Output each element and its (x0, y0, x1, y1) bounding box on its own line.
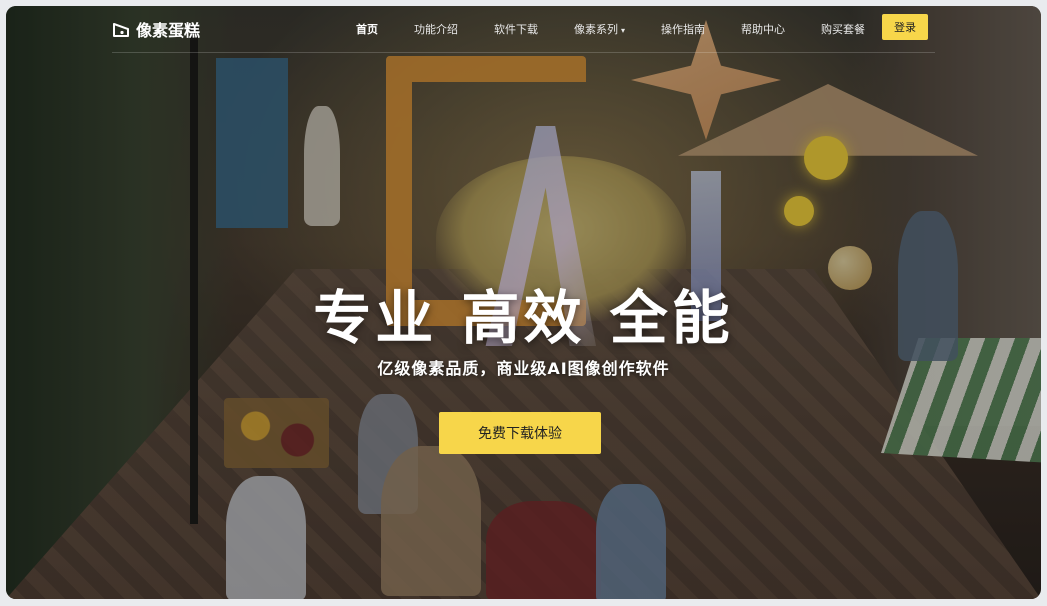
brand-logo[interactable]: 像素蛋糕 (112, 17, 200, 41)
nav-item-guide[interactable]: 操作指南 (661, 21, 705, 37)
nav-item-series[interactable]: 像素系列 ▾ (574, 21, 625, 37)
nav-divider (112, 52, 935, 53)
nav-item-pricing[interactable]: 购买套餐 (821, 21, 865, 37)
top-nav: 像素蛋糕 首页 功能介绍 软件下载 像素系列 ▾ 操作指南 帮助中心 购买套餐 登… (6, 6, 1041, 52)
nav-item-download[interactable]: 软件下载 (494, 21, 538, 37)
nav-item-features[interactable]: 功能介绍 (414, 21, 458, 37)
login-button[interactable]: 登录 (882, 14, 928, 40)
chevron-down-icon: ▾ (621, 26, 626, 35)
cake-logo-icon (112, 20, 130, 38)
nav-item-help[interactable]: 帮助中心 (741, 21, 785, 37)
hero-banner: 像素蛋糕 首页 功能介绍 软件下载 像素系列 ▾ 操作指南 帮助中心 购买套餐 登… (6, 6, 1041, 599)
free-download-button[interactable]: 免费下载体验 (439, 412, 601, 454)
hero-title: 专业 高效 全能 (313, 284, 734, 352)
brand-name: 像素蛋糕 (136, 21, 201, 40)
main-menu: 首页 功能介绍 软件下载 像素系列 ▾ 操作指南 帮助中心 购买套餐 (356, 21, 901, 37)
hero-subtitle: 亿级像素品质，商业级AI图像创作软件 (377, 359, 670, 378)
nav-item-series-label: 像素系列 (574, 23, 618, 36)
nav-item-home[interactable]: 首页 (356, 21, 378, 37)
